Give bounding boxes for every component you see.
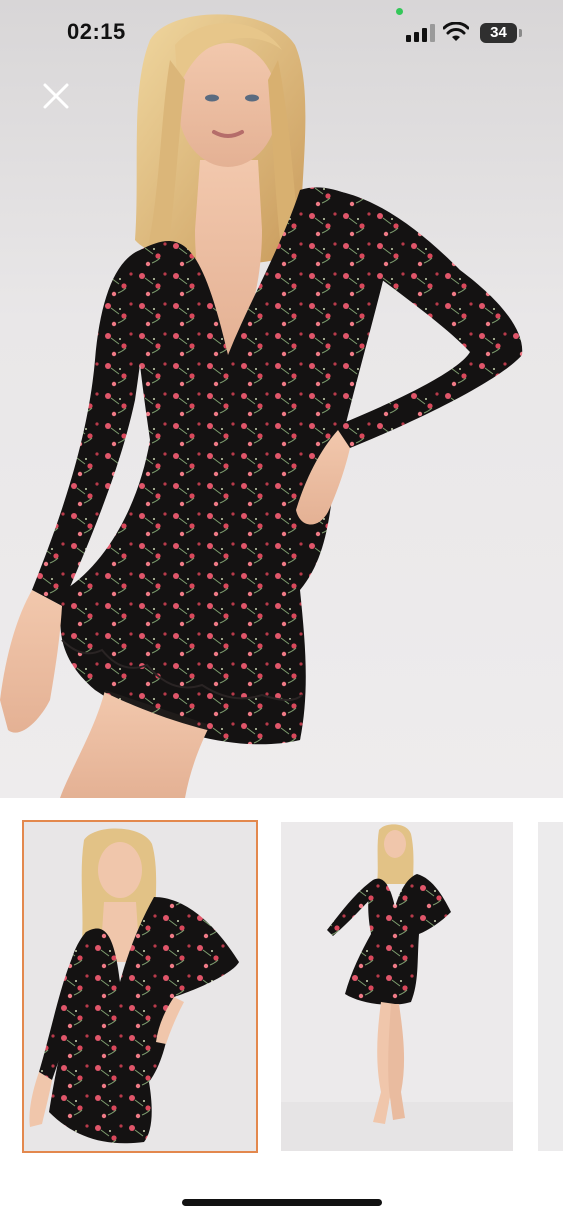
wifi-icon	[443, 22, 469, 41]
signal-bars-icon	[406, 24, 435, 42]
product-hero-image[interactable]	[0, 0, 563, 798]
model-photo	[0, 14, 523, 798]
thumbnail-closeup-photo	[24, 822, 256, 1151]
privacy-dot	[396, 8, 403, 15]
battery-icon: 34	[480, 23, 517, 43]
close-button[interactable]	[38, 78, 74, 114]
status-bar: 02:15 34	[0, 0, 563, 64]
close-icon	[43, 83, 69, 109]
thumbnail-3-partial[interactable]	[538, 822, 563, 1151]
home-indicator[interactable]	[182, 1199, 382, 1206]
thumbnail-2[interactable]	[281, 822, 513, 1151]
thumbnail-1-selected[interactable]	[22, 820, 258, 1153]
battery-cap	[519, 29, 522, 37]
thumbnail-full-length-photo	[281, 822, 513, 1151]
thumbnail-partial-photo	[538, 822, 563, 1151]
status-time: 02:15	[67, 19, 126, 44]
